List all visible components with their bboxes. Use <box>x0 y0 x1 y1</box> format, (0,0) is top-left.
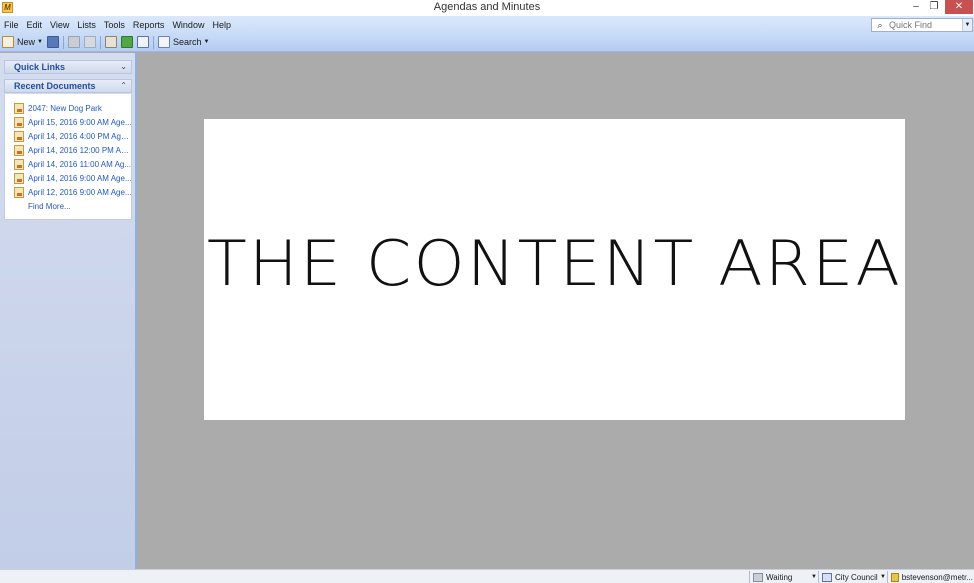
save-icon <box>46 36 59 48</box>
approve-icon <box>120 36 133 48</box>
toolbar-separator <box>152 35 154 49</box>
new-button[interactable]: New ▼ <box>0 34 45 50</box>
list-icon <box>136 36 149 48</box>
menu-reports[interactable]: Reports <box>129 18 169 32</box>
agenda-icon <box>14 144 24 156</box>
quick-find-dropdown[interactable]: ▼ <box>962 19 972 31</box>
save-button[interactable] <box>45 34 61 50</box>
recent-document-link[interactable]: 2047: New Dog Park <box>28 104 102 113</box>
recent-document-link[interactable]: April 14, 2016 12:00 PM Ag... <box>28 146 132 155</box>
chevron-down-icon: ▼ <box>880 574 886 580</box>
toolbar: New ▼ Search ▼ <box>0 34 211 50</box>
status-separator <box>818 571 819 583</box>
recent-documents-title: Recent Documents <box>14 81 96 91</box>
title-bar: M Agendas and Minutes – ❐ ✕ <box>0 0 974 16</box>
status-text: Waiting <box>766 572 793 582</box>
recent-document-link[interactable]: April 15, 2016 9:00 AM Age... <box>28 118 132 127</box>
agenda-icon <box>14 130 24 142</box>
workflow-icon <box>104 36 117 48</box>
recent-document-link[interactable]: April 14, 2016 4:00 PM Age... <box>28 132 132 141</box>
recent-document-item[interactable]: April 14, 2016 12:00 PM Ag... <box>14 144 132 156</box>
status-separator <box>749 571 750 583</box>
user-text: bstevenson@metr... <box>901 572 973 582</box>
recent-document-item[interactable]: 2047: New Dog Park <box>14 102 132 114</box>
agenda-icon <box>14 116 24 128</box>
menu-lists[interactable]: Lists <box>73 18 100 32</box>
recent-document-link[interactable]: April 14, 2016 9:00 AM Age... <box>28 174 132 183</box>
meeting-body-icon <box>822 572 832 582</box>
minimize-button[interactable]: – <box>908 0 924 14</box>
restore-button[interactable]: ❐ <box>926 0 942 14</box>
menu-edit[interactable]: Edit <box>23 18 47 32</box>
print-icon <box>67 36 80 48</box>
document-icon <box>14 102 24 114</box>
search-button-label: Search <box>172 37 202 47</box>
chevron-down-icon: ▼ <box>203 39 210 45</box>
recent-documents-header[interactable]: Recent Documents ⌃ <box>4 79 132 93</box>
agenda-icon <box>14 186 24 198</box>
new-button-label: New <box>17 37 36 47</box>
search-icon <box>157 36 170 48</box>
workflow-button[interactable] <box>103 34 119 50</box>
content-area-placeholder: THE CONTENT AREA <box>206 227 903 300</box>
agenda-icon <box>14 172 24 184</box>
user-key-icon <box>891 572 899 582</box>
toolbar-separator <box>62 35 64 49</box>
ribbon-band: File Edit View Lists Tools Reports Windo… <box>0 16 974 52</box>
print-preview-icon <box>83 36 96 48</box>
quick-find-box: ⌕ ▼ <box>871 18 973 32</box>
quick-links-title: Quick Links <box>14 62 66 72</box>
recent-document-item[interactable]: April 15, 2016 9:00 AM Age... <box>14 116 132 128</box>
quick-find-input[interactable] <box>886 19 960 31</box>
hourglass-icon <box>753 572 763 582</box>
close-button[interactable]: ✕ <box>945 0 973 14</box>
status-separator <box>887 571 888 583</box>
agenda-icon <box>14 158 24 170</box>
find-more-link[interactable]: Find More... <box>28 202 71 211</box>
chevron-down-icon: ▼ <box>811 574 817 580</box>
meeting-body-selector[interactable]: City Council ▼ <box>822 571 886 583</box>
list-view-button[interactable] <box>135 34 151 50</box>
recent-document-item[interactable]: April 14, 2016 11:00 AM Ag... <box>14 158 132 170</box>
menu-help[interactable]: Help <box>208 18 235 32</box>
search-button[interactable]: Search ▼ <box>156 34 211 50</box>
collapse-icon[interactable]: ⌃ <box>120 80 127 92</box>
menu-window[interactable]: Window <box>168 18 208 32</box>
print-button[interactable] <box>66 34 82 50</box>
expand-icon[interactable]: ⌄ <box>120 61 127 73</box>
new-document-icon <box>2 36 14 48</box>
recent-document-item[interactable]: April 12, 2016 9:00 AM Age... <box>14 186 132 198</box>
menu-view[interactable]: View <box>46 18 73 32</box>
recent-document-link[interactable]: April 12, 2016 9:00 AM Age... <box>28 188 132 197</box>
menu-file[interactable]: File <box>0 18 23 32</box>
quick-links-header[interactable]: Quick Links ⌄ <box>4 60 132 74</box>
menu-tools[interactable]: Tools <box>100 18 129 32</box>
status-bar: Waiting ▼ City Council ▼ bstevenson@metr… <box>0 569 974 583</box>
window-title: Agendas and Minutes <box>433 1 541 13</box>
status-indicator[interactable]: Waiting ▼ <box>753 571 817 583</box>
toolbar-separator <box>99 35 101 49</box>
chevron-down-icon: ▼ <box>37 39 43 45</box>
recent-document-item[interactable]: April 14, 2016 4:00 PM Age... <box>14 130 132 142</box>
recent-document-item[interactable]: April 14, 2016 9:00 AM Age... <box>14 172 132 184</box>
binoculars-icon: ⌕ <box>877 19 883 30</box>
recent-document-link[interactable]: April 14, 2016 11:00 AM Ag... <box>28 160 131 169</box>
content-area: THE CONTENT AREA <box>204 119 905 420</box>
menu-bar: File Edit View Lists Tools Reports Windo… <box>0 18 235 32</box>
user-indicator[interactable]: bstevenson@metr... <box>891 571 973 583</box>
preview-button[interactable] <box>82 34 98 50</box>
meeting-body-text: City Council <box>835 572 878 582</box>
approve-button[interactable] <box>119 34 135 50</box>
